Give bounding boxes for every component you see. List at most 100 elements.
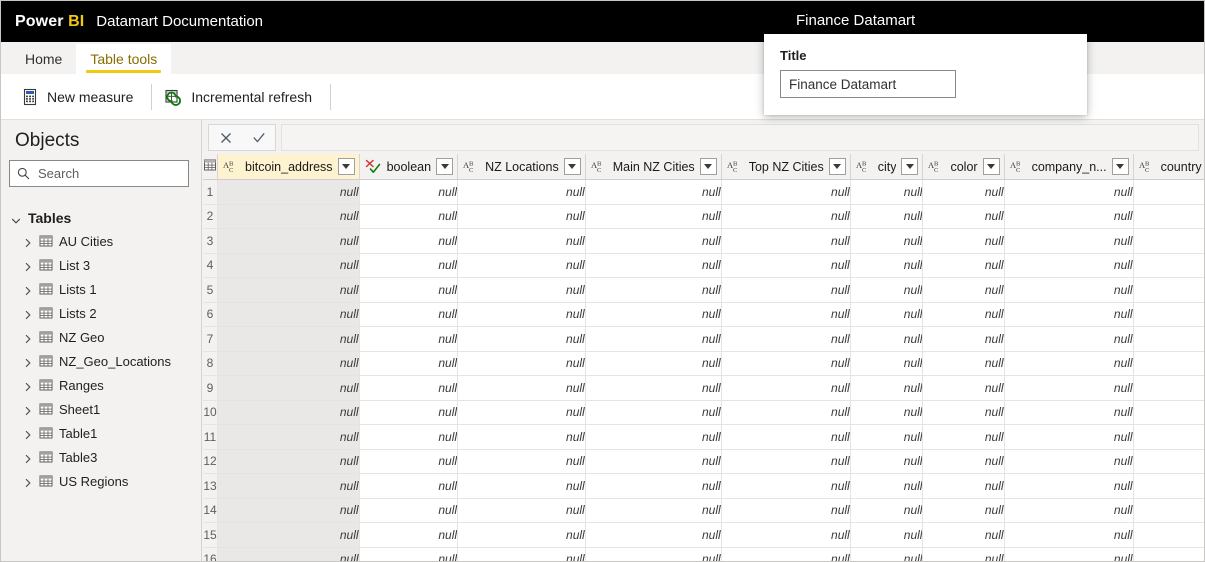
grid-cell[interactable]: null bbox=[1004, 351, 1133, 376]
search-input[interactable] bbox=[36, 165, 176, 182]
grid-cell[interactable]: null bbox=[850, 425, 923, 450]
grid-cell[interactable]: null bbox=[923, 229, 1004, 254]
grid-cell[interactable]: null bbox=[1004, 204, 1133, 229]
tree-item-nz-geo[interactable]: NZ Geo bbox=[1, 325, 201, 349]
tree-item-au-cities[interactable]: AU Cities bbox=[1, 229, 201, 253]
chevron-right-icon[interactable] bbox=[23, 428, 33, 438]
tree-item-table3[interactable]: Table3 bbox=[1, 445, 201, 469]
tree-item-ranges[interactable]: Ranges bbox=[1, 373, 201, 397]
grid-cell[interactable]: null bbox=[721, 351, 850, 376]
grid-cell[interactable]: null bbox=[850, 204, 923, 229]
grid-cell[interactable]: null bbox=[850, 229, 923, 254]
row-number[interactable]: 11 bbox=[203, 425, 218, 450]
grid-cell[interactable]: null bbox=[850, 523, 923, 548]
grid-cell[interactable]: null bbox=[585, 474, 721, 499]
column-header-color[interactable]: A B C color bbox=[923, 154, 1004, 180]
grid-cell[interactable]: null bbox=[850, 180, 923, 205]
grid-cell[interactable]: null bbox=[721, 376, 850, 401]
grid-cell[interactable]: null bbox=[1004, 376, 1133, 401]
grid-cell[interactable]: null bbox=[923, 327, 1004, 352]
grid-cell[interactable]: null bbox=[359, 547, 458, 562]
grid-cell[interactable]: null bbox=[850, 474, 923, 499]
column-filter-button[interactable] bbox=[983, 158, 1000, 175]
grid-row[interactable]: 16nullnullnullnullnullnullnullnullnull bbox=[203, 547, 1205, 562]
grid-cell[interactable]: null bbox=[1133, 425, 1205, 450]
formula-confirm-button[interactable] bbox=[246, 126, 272, 149]
grid-cell[interactable]: null bbox=[585, 351, 721, 376]
grid-row[interactable]: 14nullnullnullnullnullnullnullnullnull bbox=[203, 498, 1205, 523]
row-number[interactable]: 2 bbox=[203, 204, 218, 229]
tree-group-tables[interactable]: Tables bbox=[1, 207, 201, 229]
grid-cell[interactable]: null bbox=[585, 523, 721, 548]
grid-cell[interactable]: null bbox=[721, 400, 850, 425]
grid-cell[interactable]: null bbox=[218, 449, 360, 474]
chevron-right-icon[interactable] bbox=[23, 308, 33, 318]
grid-cell[interactable]: null bbox=[1004, 523, 1133, 548]
grid-cell[interactable]: null bbox=[721, 278, 850, 303]
grid-cell[interactable]: null bbox=[458, 425, 586, 450]
grid-cell[interactable]: null bbox=[458, 278, 586, 303]
grid-cell[interactable]: null bbox=[359, 180, 458, 205]
grid-cell[interactable]: null bbox=[458, 229, 586, 254]
grid-cell[interactable]: null bbox=[923, 547, 1004, 562]
row-number[interactable]: 15 bbox=[203, 523, 218, 548]
grid-cell[interactable]: null bbox=[1133, 498, 1205, 523]
grid-cell[interactable]: null bbox=[1133, 204, 1205, 229]
column-header-nz-locations[interactable]: A B C NZ Locations bbox=[458, 154, 586, 180]
chevron-right-icon[interactable] bbox=[23, 380, 33, 390]
grid-cell[interactable]: null bbox=[218, 425, 360, 450]
grid-cell[interactable]: null bbox=[1004, 302, 1133, 327]
column-header-country[interactable]: A B C country bbox=[1133, 154, 1205, 180]
grid-row[interactable]: 13nullnullnullnullnullnullnullnullnull bbox=[203, 474, 1205, 499]
grid-cell[interactable]: null bbox=[1133, 376, 1205, 401]
grid-cell[interactable]: null bbox=[1004, 498, 1133, 523]
grid-row[interactable]: 9nullnullnullnullnullnullnullnullnull bbox=[203, 376, 1205, 401]
grid-cell[interactable]: null bbox=[721, 474, 850, 499]
grid-cell[interactable]: null bbox=[721, 180, 850, 205]
row-number[interactable]: 6 bbox=[203, 302, 218, 327]
grid-row[interactable]: 7nullnullnullnullnullnullnullnullnull bbox=[203, 327, 1205, 352]
grid-row[interactable]: 4nullnullnullnullnullnullnullnullnull bbox=[203, 253, 1205, 278]
row-number[interactable]: 1 bbox=[203, 180, 218, 205]
row-number[interactable]: 10 bbox=[203, 400, 218, 425]
grid-cell[interactable]: null bbox=[850, 547, 923, 562]
grid-cell[interactable]: null bbox=[359, 376, 458, 401]
grid-cell[interactable]: null bbox=[458, 400, 586, 425]
grid-cell[interactable]: null bbox=[850, 376, 923, 401]
grid-cell[interactable]: null bbox=[359, 302, 458, 327]
row-number[interactable]: 9 bbox=[203, 376, 218, 401]
data-grid-container[interactable]: A B C bitcoin_address boolean A B C NZ L… bbox=[203, 154, 1205, 562]
grid-cell[interactable]: null bbox=[923, 351, 1004, 376]
grid-cell[interactable]: null bbox=[721, 425, 850, 450]
grid-cell[interactable]: null bbox=[850, 327, 923, 352]
grid-cell[interactable]: null bbox=[923, 180, 1004, 205]
grid-cell[interactable]: null bbox=[721, 253, 850, 278]
grid-cell[interactable]: null bbox=[721, 327, 850, 352]
column-filter-button[interactable] bbox=[829, 158, 846, 175]
grid-cell[interactable]: null bbox=[923, 425, 1004, 450]
grid-cell[interactable]: null bbox=[218, 229, 360, 254]
grid-cell[interactable]: null bbox=[458, 180, 586, 205]
row-number[interactable]: 5 bbox=[203, 278, 218, 303]
title-dialog-input[interactable] bbox=[780, 70, 956, 98]
grid-cell[interactable]: null bbox=[1133, 400, 1205, 425]
grid-cell[interactable]: null bbox=[1133, 278, 1205, 303]
chevron-right-icon[interactable] bbox=[23, 476, 33, 486]
grid-cell[interactable]: null bbox=[850, 253, 923, 278]
grid-cell[interactable]: null bbox=[585, 302, 721, 327]
tab-home[interactable]: Home bbox=[11, 44, 76, 74]
grid-cell[interactable]: null bbox=[850, 400, 923, 425]
column-filter-button[interactable] bbox=[1112, 158, 1129, 175]
column-filter-button[interactable] bbox=[564, 158, 581, 175]
grid-cell[interactable]: null bbox=[1133, 474, 1205, 499]
grid-cell[interactable]: null bbox=[359, 229, 458, 254]
column-filter-button[interactable] bbox=[338, 158, 355, 175]
grid-cell[interactable]: null bbox=[585, 498, 721, 523]
grid-cell[interactable]: null bbox=[1133, 523, 1205, 548]
grid-cell[interactable]: null bbox=[359, 523, 458, 548]
grid-select-all-corner[interactable] bbox=[203, 154, 218, 180]
grid-cell[interactable]: null bbox=[458, 327, 586, 352]
grid-cell[interactable]: null bbox=[923, 278, 1004, 303]
grid-cell[interactable]: null bbox=[359, 474, 458, 499]
grid-cell[interactable]: null bbox=[1133, 302, 1205, 327]
